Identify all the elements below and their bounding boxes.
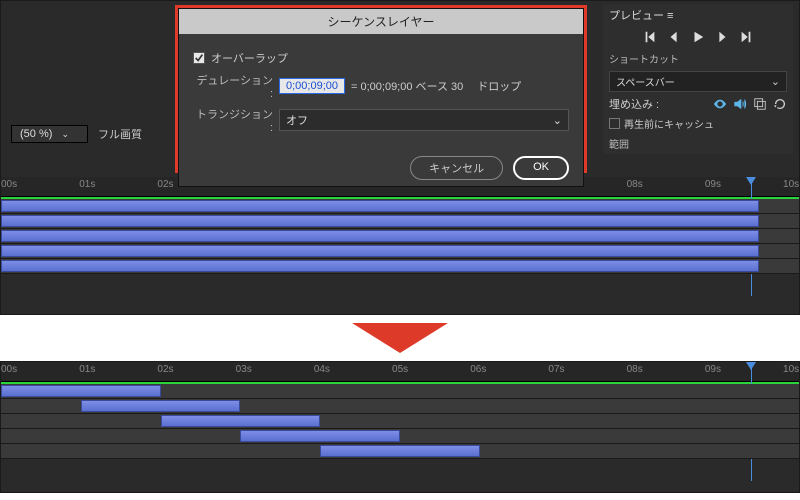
track[interactable] xyxy=(1,444,799,459)
track[interactable] xyxy=(1,384,799,399)
tick-label: 07s xyxy=(548,364,564,375)
tick-label: 04s xyxy=(314,364,330,375)
quality-label: フル画質 xyxy=(98,126,142,142)
skip-end-icon[interactable] xyxy=(739,30,753,44)
sequence-layers-dialog: シーケンスレイヤー オーバーラップ デュレーション : 0;00;09;00 =… xyxy=(178,8,584,187)
overlay-icon[interactable] xyxy=(753,97,767,111)
tick-label: 02s xyxy=(157,364,173,375)
clip[interactable] xyxy=(161,415,321,427)
chevron-down-icon: ⌄ xyxy=(61,129,69,139)
tick-label: 05s xyxy=(392,364,408,375)
track[interactable] xyxy=(1,414,799,429)
cancel-button[interactable]: キャンセル xyxy=(410,156,503,180)
drop-label: ドロップ xyxy=(477,78,521,94)
transition-label: トランジション : xyxy=(193,106,273,134)
clip[interactable] xyxy=(1,230,759,242)
duration-equals: = 0;00;09;00 ベース 30 xyxy=(351,78,463,94)
track[interactable] xyxy=(1,214,799,229)
track[interactable] xyxy=(1,229,799,244)
clip[interactable] xyxy=(1,200,759,212)
clip[interactable] xyxy=(1,385,161,397)
embed-label: 埋め込み : xyxy=(609,96,659,112)
transport-controls xyxy=(603,26,793,48)
step-back-icon[interactable] xyxy=(667,30,681,44)
ok-button[interactable]: OK xyxy=(513,156,569,180)
track[interactable] xyxy=(1,399,799,414)
track[interactable] xyxy=(1,199,799,214)
preview-footer: (50 %) ⌄ フル画質 xyxy=(11,125,142,143)
eye-icon[interactable] xyxy=(713,97,727,111)
tick-label: 08s xyxy=(627,179,643,190)
cache-checkbox-row[interactable]: 再生前にキャッシュ xyxy=(603,114,793,133)
playhead-icon[interactable] xyxy=(746,177,756,185)
bottom-panel: 00s 01s 02s 03s 04s 05s 06s 07s 08s 09s 10s xyxy=(0,361,800,493)
top-panel: (50 %) ⌄ フル画質 プレビュー ≡ ショートカット スペースバー ⌄ 埋… xyxy=(0,0,800,315)
arrow-down-icon xyxy=(352,323,448,353)
shortcut-select[interactable]: スペースバー ⌄ xyxy=(609,71,787,92)
timeline-before: 00s01s02s03s04s05s06s07s08s09s10s xyxy=(1,177,799,274)
tick-label: 08s xyxy=(627,364,643,375)
zoom-select[interactable]: (50 %) ⌄ xyxy=(11,125,88,143)
skip-start-icon[interactable] xyxy=(643,30,657,44)
overlap-checkbox[interactable] xyxy=(193,52,205,64)
chevron-down-icon: ⌄ xyxy=(553,114,562,127)
transition-select[interactable]: オフ ⌄ xyxy=(279,109,569,131)
clip[interactable] xyxy=(1,215,759,227)
tick-label: 09s xyxy=(705,179,721,190)
clip[interactable] xyxy=(320,445,480,457)
highlight-box: シーケンスレイヤー オーバーラップ デュレーション : 0;00;09;00 =… xyxy=(175,5,587,173)
step-forward-icon[interactable] xyxy=(715,30,729,44)
track[interactable] xyxy=(1,244,799,259)
timeline-after: 00s 01s 02s 03s 04s 05s 06s 07s 08s 09s 10s xyxy=(1,362,799,459)
zoom-value: (50 %) xyxy=(20,128,52,140)
duration-input[interactable]: 0;00;09;00 xyxy=(279,78,345,94)
tick-label: 10s xyxy=(783,364,799,375)
clip[interactable] xyxy=(81,400,241,412)
clip[interactable] xyxy=(1,260,759,272)
tick-label: 01s xyxy=(79,179,95,190)
dialog-title: シーケンスレイヤー xyxy=(179,9,583,34)
tracks-after xyxy=(1,382,799,459)
duration-label: デュレーション : xyxy=(193,72,273,100)
clip[interactable] xyxy=(1,245,759,257)
shortcut-label: ショートカット xyxy=(603,48,793,69)
tick-label: 09s xyxy=(705,364,721,375)
tick-label: 03s xyxy=(236,364,252,375)
range-label: 範囲 xyxy=(603,133,793,154)
tick-label: 06s xyxy=(470,364,486,375)
tick-label: 02s xyxy=(157,179,173,190)
speaker-icon[interactable] xyxy=(733,97,747,111)
tracks-before xyxy=(1,197,799,274)
loop-icon[interactable] xyxy=(773,97,787,111)
preview-title: プレビュー ≡ xyxy=(603,4,793,26)
tick-label: 00s xyxy=(1,179,17,190)
tick-label: 00s xyxy=(1,364,17,375)
playhead-icon[interactable] xyxy=(746,362,756,370)
tick-label: 01s xyxy=(79,364,95,375)
embed-row: 埋め込み : xyxy=(603,94,793,114)
play-icon[interactable] xyxy=(691,30,705,44)
time-ruler[interactable]: 00s 01s 02s 03s 04s 05s 06s 07s 08s 09s 10s xyxy=(1,362,799,382)
preview-panel: プレビュー ≡ ショートカット スペースバー ⌄ 埋め込み : xyxy=(603,4,793,154)
chevron-down-icon: ⌄ xyxy=(771,75,780,88)
shortcut-value: スペースバー xyxy=(616,74,675,89)
checkbox-icon xyxy=(609,118,620,129)
clip[interactable] xyxy=(240,430,400,442)
track[interactable] xyxy=(1,429,799,444)
cache-label: 再生前にキャッシュ xyxy=(624,116,714,131)
track[interactable] xyxy=(1,259,799,274)
transition-value: オフ xyxy=(286,112,308,128)
tick-label: 10s xyxy=(783,179,799,190)
overlap-label: オーバーラップ xyxy=(211,50,288,66)
